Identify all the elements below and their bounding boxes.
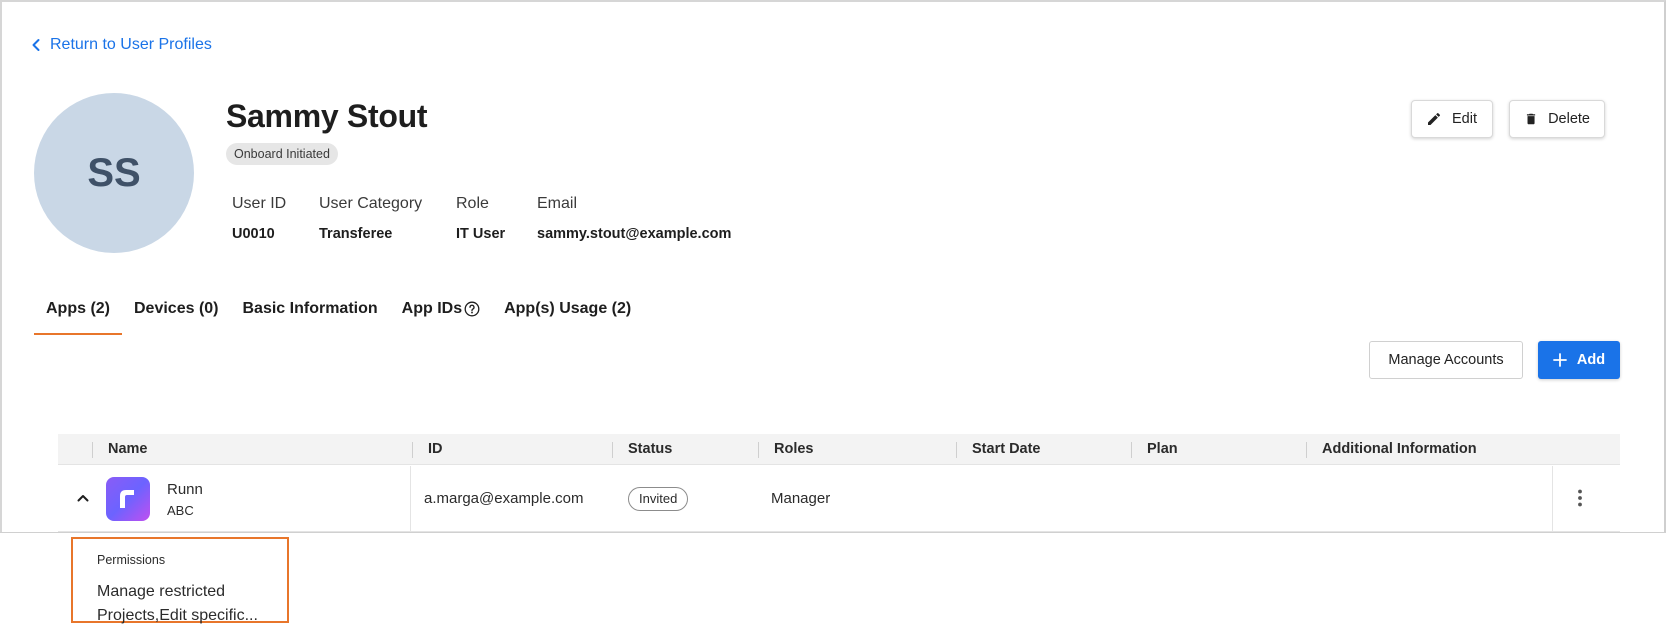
more-options-icon[interactable] (1568, 486, 1592, 510)
tab-bar: Apps (2) Devices (0) Basic Information A… (34, 292, 643, 335)
tab-devices[interactable]: Devices (0) (122, 292, 231, 335)
column-divider (410, 466, 411, 532)
column-header-name[interactable]: Name (108, 434, 148, 465)
status-badge-invited: Invited (628, 487, 689, 511)
plus-icon (1553, 353, 1567, 367)
role-value: IT User (456, 226, 506, 242)
avatar-initials: SS (87, 150, 141, 195)
user-category-value: Transferee (319, 226, 393, 242)
delete-label: Delete (1548, 111, 1590, 127)
edit-label: Edit (1452, 111, 1477, 127)
tab-basic-information-label: Basic Information (242, 300, 378, 317)
return-link-label: Return to User Profiles (50, 36, 212, 53)
app-subtitle: ABC (167, 503, 194, 518)
status-badge: Onboard Initiated (226, 143, 338, 165)
avatar: SS (34, 93, 194, 253)
column-header-additional-information[interactable]: Additional Information (1322, 434, 1477, 465)
user-name: Sammy Stout (226, 98, 428, 134)
return-to-user-profiles-link[interactable]: Return to User Profiles (30, 36, 212, 54)
delete-button[interactable]: Delete (1509, 100, 1605, 138)
column-separator[interactable] (956, 442, 957, 458)
help-circle-icon[interactable] (464, 301, 480, 317)
tab-basic-information[interactable]: Basic Information (231, 292, 390, 335)
column-header-plan[interactable]: Plan (1147, 434, 1178, 465)
trash-icon (1526, 113, 1536, 125)
user-id-value: U0010 (232, 226, 275, 242)
column-header-id[interactable]: ID (428, 434, 443, 465)
email-value: sammy.stout@example.com (537, 226, 732, 242)
role-label: Role (456, 195, 489, 212)
add-button[interactable]: Add (1538, 341, 1620, 379)
column-header-status[interactable]: Status (628, 434, 672, 465)
account-id: a.marga@example.com (424, 490, 584, 507)
column-separator[interactable] (412, 442, 413, 458)
edit-button[interactable]: Edit (1411, 100, 1493, 138)
tab-apps-usage-label: App(s) Usage (2) (504, 300, 632, 317)
chevron-left-icon (32, 39, 40, 51)
column-separator[interactable] (758, 442, 759, 458)
column-header-roles[interactable]: Roles (774, 434, 814, 465)
column-separator[interactable] (1306, 442, 1307, 458)
permissions-value: Manage restricted Projects,Edit specific… (97, 583, 258, 624)
table-row: Runn ABC a.marga@example.com Invited Man… (58, 466, 1620, 532)
email-label: Email (537, 195, 578, 212)
tab-apps-label: Apps (2) (46, 300, 110, 317)
account-roles: Manager (771, 490, 831, 507)
runn-logo-icon (120, 490, 134, 508)
pencil-icon (1428, 112, 1441, 125)
column-divider (1552, 466, 1553, 532)
column-separator[interactable] (1131, 442, 1132, 458)
tab-devices-label: Devices (0) (134, 300, 219, 317)
permissions-panel: Permissions Manage restricted Projects,E… (71, 537, 289, 624)
runn-app-logo (106, 477, 150, 521)
user-id-label: User ID (232, 195, 287, 212)
tab-apps[interactable]: Apps (2) (34, 292, 122, 335)
column-separator (92, 442, 93, 458)
tab-apps-usage[interactable]: App(s) Usage (2) (492, 292, 643, 335)
chevron-up-icon[interactable] (76, 491, 90, 505)
tab-app-ids-label: App IDs (401, 300, 463, 317)
tab-app-ids[interactable]: App IDs (390, 292, 492, 335)
table-header: Name ID Status Roles Start Date Plan Add… (58, 434, 1620, 465)
add-label: Add (1576, 352, 1606, 368)
column-header-start-date[interactable]: Start Date (972, 434, 1041, 465)
manage-accounts-button[interactable]: Manage Accounts (1369, 341, 1523, 379)
column-separator[interactable] (612, 442, 613, 458)
permissions-label: Permissions (97, 553, 166, 567)
app-name: Runn (167, 481, 203, 498)
user-category-label: User Category (319, 195, 423, 212)
manage-accounts-label: Manage Accounts (1388, 352, 1504, 368)
